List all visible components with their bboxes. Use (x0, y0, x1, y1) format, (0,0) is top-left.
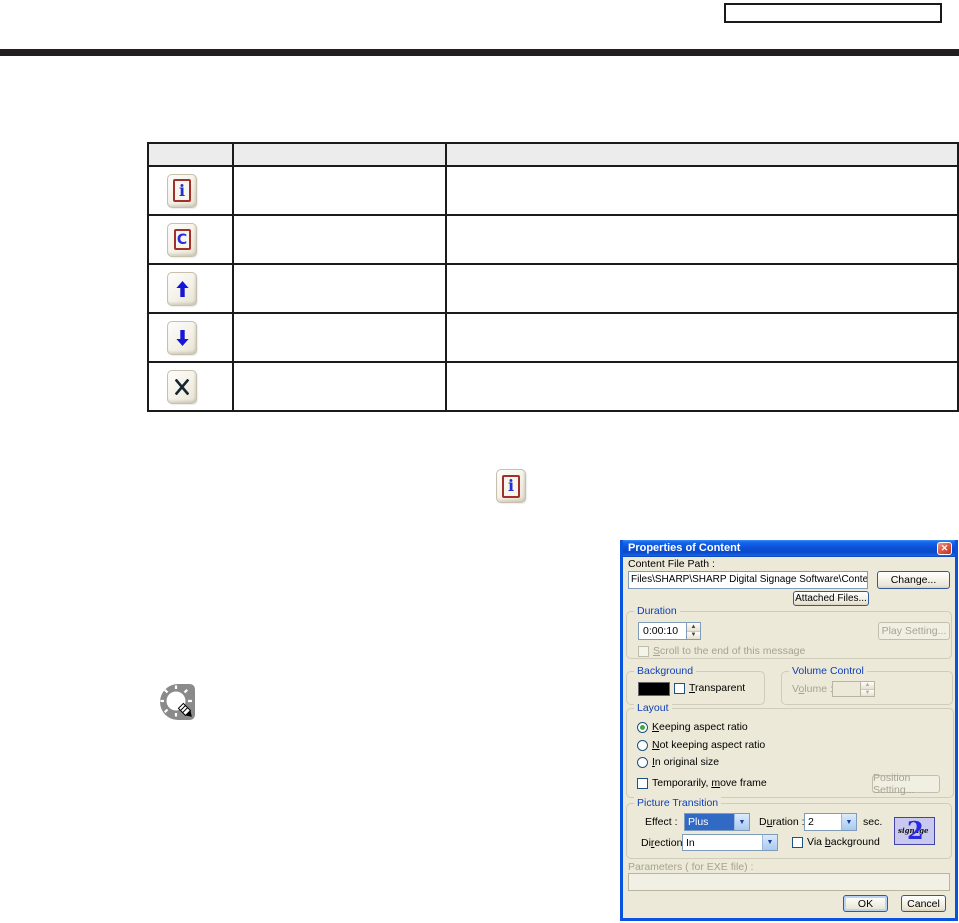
transition-duration-combobox[interactable]: 2 ▼ (804, 813, 857, 831)
move-frame-checkbox[interactable]: Temporarily, move frame (637, 777, 767, 789)
table-row: i (148, 166, 958, 215)
volume-group-caption: Volume Control (789, 665, 867, 677)
cell-function (446, 215, 958, 264)
position-setting-button: Position Setting... (872, 775, 940, 793)
content-file-path-label: Content File Path : (628, 558, 715, 570)
cell-name (233, 215, 446, 264)
effect-value: Plus (685, 814, 734, 830)
checkbox-icon[interactable] (674, 683, 685, 694)
volume-label: Volume : (792, 683, 833, 695)
chevron-down-icon[interactable]: ▼ (762, 835, 777, 850)
sec-label: sec. (863, 816, 882, 828)
spin-down-icon: ▼ (861, 690, 874, 697)
cell-function (446, 313, 958, 362)
duration-group: Duration 0:00:10 ▲▼ Play Setting... Scro… (626, 611, 952, 659)
volume-spinner: ▲▼ (832, 681, 875, 697)
duration-spinner[interactable]: 0:00:10 ▲▼ (638, 622, 701, 640)
cell-function (446, 362, 958, 411)
ok-button[interactable]: OK (843, 895, 888, 912)
table-header-row (148, 143, 958, 166)
cell-name (233, 313, 446, 362)
transparent-checkbox[interactable]: Transparent (674, 682, 745, 694)
radio-icon[interactable] (637, 740, 648, 751)
background-group: Background Transparent (626, 671, 765, 705)
table-row (148, 264, 958, 313)
attached-files-button[interactable]: Attached Files... (793, 591, 869, 606)
parameters-field (628, 873, 950, 891)
effect-label: Effect : (645, 816, 678, 828)
cell-function (446, 166, 958, 215)
volume-value (832, 681, 860, 697)
cancel-button[interactable]: Cancel (901, 895, 946, 912)
close-icon[interactable]: ✕ (937, 542, 952, 555)
transition-group-caption: Picture Transition (634, 797, 721, 809)
x-button-icon (167, 370, 197, 404)
transition-preview-thumbnail: signage 2 (894, 817, 935, 845)
c-button-icon: C (167, 223, 197, 257)
header-rule (0, 49, 959, 56)
checkbox-icon[interactable] (792, 837, 803, 848)
transition-duration-label: Duration : (759, 816, 805, 828)
cell-name (233, 264, 446, 313)
duration-value[interactable]: 0:00:10 (638, 622, 686, 640)
cell-function (446, 264, 958, 313)
dialog-titlebar[interactable]: Properties of Content (623, 540, 955, 557)
picture-transition-group: Picture Transition Effect : Plus ▼ Durat… (626, 803, 952, 859)
via-background-checkbox[interactable]: Via background (792, 836, 880, 848)
preview-number: 2 (907, 817, 924, 845)
table-row (148, 362, 958, 411)
chevron-down-icon[interactable]: ▼ (734, 814, 749, 830)
background-group-caption: Background (634, 665, 696, 677)
properties-of-content-dialog: Properties of Content ✕ Content File Pat… (620, 540, 958, 921)
up-arrow-button-icon (167, 272, 197, 306)
effect-combobox[interactable]: Plus ▼ (684, 813, 750, 831)
info-button-icon: i (167, 174, 197, 208)
spin-up-icon: ▲ (861, 682, 874, 690)
change-button[interactable]: Change... (877, 571, 950, 589)
parameters-label: Parameters ( for EXE file) : (628, 861, 753, 873)
spin-down-icon[interactable]: ▼ (687, 632, 700, 640)
icon-reference-table: i C (147, 142, 959, 412)
direction-combobox[interactable]: In ▼ (682, 834, 778, 851)
checkbox-icon[interactable] (637, 778, 648, 789)
radio-icon[interactable] (637, 757, 648, 768)
cell-name (233, 166, 446, 215)
background-color-swatch[interactable] (638, 682, 670, 696)
col-header-name (233, 143, 446, 166)
direction-value: In (683, 835, 762, 850)
inline-info-button-icon: i (496, 469, 526, 503)
chevron-down-icon[interactable]: ▼ (841, 814, 856, 830)
in-original-size-radio[interactable]: In original size (637, 756, 719, 768)
checkbox-icon (638, 646, 649, 657)
transition-duration-value: 2 (805, 814, 841, 830)
table-row (148, 313, 958, 362)
page-number-box (724, 3, 942, 23)
scroll-checkbox: Scroll to the end of this message (638, 645, 805, 657)
layout-group-caption: Layout (634, 702, 672, 714)
col-header-icon (148, 143, 233, 166)
cell-name (233, 362, 446, 411)
spin-up-icon[interactable]: ▲ (687, 623, 700, 632)
radio-icon[interactable] (637, 722, 648, 733)
layout-group: Layout Keeping aspect ratio Not keeping … (626, 708, 954, 798)
col-header-function (446, 143, 958, 166)
lightbulb-tip-icon (159, 682, 197, 723)
play-setting-button: Play Setting... (878, 622, 950, 640)
keeping-aspect-ratio-radio[interactable]: Keeping aspect ratio (637, 721, 748, 733)
down-arrow-button-icon (167, 321, 197, 355)
duration-group-caption: Duration (634, 605, 680, 617)
table-row: C (148, 215, 958, 264)
not-keeping-aspect-ratio-radio[interactable]: Not keeping aspect ratio (637, 739, 765, 751)
content-file-path-field[interactable]: Files\SHARP\SHARP Digital Signage Softwa… (628, 571, 868, 589)
volume-control-group: Volume Control Volume : ▲▼ (781, 671, 953, 705)
